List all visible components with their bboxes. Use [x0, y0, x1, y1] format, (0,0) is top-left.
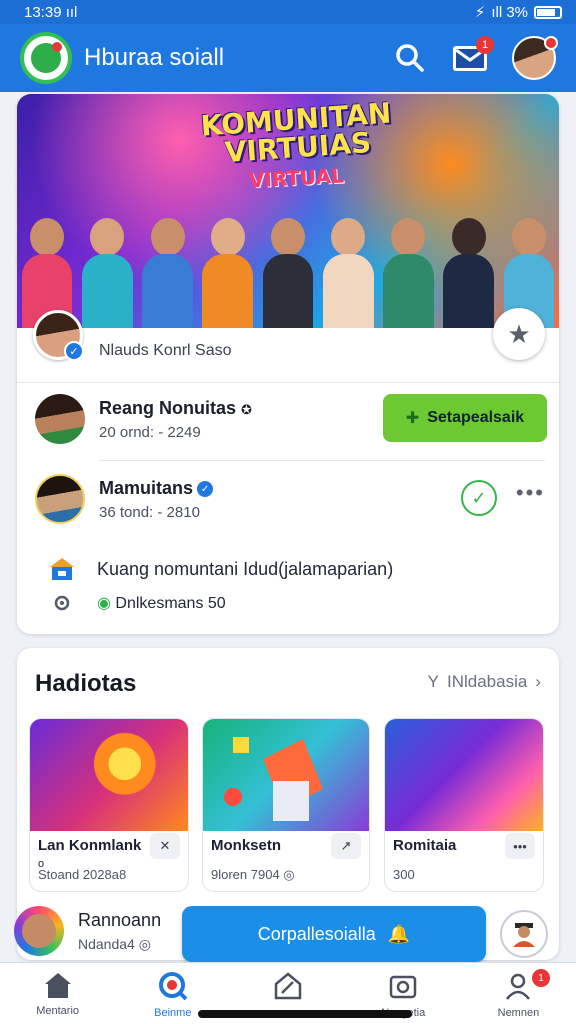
- info-row: ◉ Dnlkesmans 50: [47, 592, 527, 614]
- activity-card[interactable]: Romitaia 300 •••: [384, 718, 544, 892]
- activity-meta: 300: [393, 867, 415, 882]
- profile-icon: [506, 973, 531, 1000]
- member-avatar[interactable]: [35, 394, 85, 444]
- member-meta: 36 tond: - 2810: [99, 504, 200, 521]
- banner-subtitle: VIRTUAL: [248, 163, 345, 193]
- game-cube-icon: [224, 737, 323, 821]
- wifi-icon: ⚡: [474, 4, 486, 21]
- community-caption: Nlauds Konrl Saso: [99, 342, 232, 359]
- verified-icon: ✓: [64, 341, 84, 361]
- home-icon: [44, 973, 71, 998]
- share-icon[interactable]: ↗: [331, 833, 361, 859]
- search-icon: [396, 44, 424, 72]
- approve-button[interactable]: ✓: [461, 480, 497, 516]
- divider: [99, 460, 545, 461]
- camera-icon: [389, 975, 417, 999]
- user-icon: [513, 923, 535, 947]
- community-banner: KOMUNITAN VIRTUIAS VIRTUAL: [17, 94, 559, 328]
- activity-card[interactable]: Lan Konmlank o Stoand 2028a8 ✕: [29, 718, 189, 892]
- nav-home[interactable]: Mentario: [0, 963, 115, 1024]
- banner-crowd: [17, 198, 559, 328]
- online-icon: ◉: [97, 595, 111, 612]
- community-avatar[interactable]: ✓: [33, 310, 84, 361]
- post-row: Rannoann Ndanda4 ◎ Corpallesoialla 🔔: [14, 904, 554, 962]
- member-name: Reang Nonuitas ✪: [99, 398, 252, 418]
- user-avatar[interactable]: [500, 910, 548, 958]
- activity-card[interactable]: Monksetn 9loren 7904 ◎ ↗: [202, 718, 370, 892]
- join-icon: ✚: [405, 410, 420, 427]
- member-avatar[interactable]: [35, 474, 85, 524]
- home-indicator[interactable]: [198, 1010, 412, 1018]
- member-row[interactable]: Reang Nonuitas ✪ 20 ornd: - 2249 ✚ Setap…: [35, 394, 547, 446]
- notification-badge: 1: [532, 969, 551, 987]
- bell-icon: 🔔: [387, 923, 411, 944]
- info-row: Kuang nomuntani Idud(jalamaparian): [47, 556, 527, 582]
- share-home-icon: [274, 972, 302, 1000]
- section-title: Hadiotas: [35, 670, 137, 697]
- activity-name: Lan Konmlank o: [38, 837, 142, 870]
- member-count: ◉ Dnlkesmans 50: [97, 595, 226, 612]
- see-all-link[interactable]: Y INldabasia ›: [428, 672, 541, 692]
- status-time: 13:39 ııl: [24, 3, 78, 21]
- search-button[interactable]: [390, 38, 430, 78]
- chevron-right-icon: ›: [535, 672, 541, 691]
- app-bar: Hburaa soiall 1: [0, 24, 576, 92]
- activity-meta: 9loren 7904 ◎: [211, 867, 295, 882]
- star-icon: ★: [507, 318, 531, 349]
- search-icon: [158, 972, 188, 1001]
- status-bar: 13:39 ııl ⚡ ıll 3%: [0, 0, 576, 24]
- poster-avatar[interactable]: [14, 906, 64, 956]
- app-logo-icon[interactable]: [20, 32, 72, 84]
- banner-title: KOMUNITAN VIRTUIAS: [199, 96, 393, 170]
- activity-name: Romitaia: [393, 837, 457, 854]
- more-options-icon[interactable]: •••: [516, 480, 545, 506]
- activity-image: [385, 719, 543, 831]
- activity-image: [30, 719, 188, 831]
- member-meta: 20 ornd: - 2249: [99, 424, 201, 441]
- member-name: Mamuitans ✓: [99, 478, 214, 499]
- messages-button[interactable]: 1: [450, 36, 494, 78]
- member-row[interactable]: Mamuitans ✓ 36 tond: - 2810 ✓ •••: [35, 474, 545, 526]
- notification-badge: 1: [476, 36, 494, 54]
- status-signal: ıll 3%: [491, 3, 528, 21]
- status-right: ⚡ ıll 3%: [475, 3, 562, 21]
- activity-image: [203, 719, 369, 831]
- poster-name: Rannoann: [78, 910, 162, 930]
- app-title: Hburaa soiall: [84, 44, 225, 71]
- divider: [17, 382, 559, 383]
- check-icon: ✓: [471, 487, 487, 508]
- activity-meta: Stoand 2028a8: [38, 867, 127, 882]
- close-icon[interactable]: ✕: [150, 833, 180, 859]
- battery-icon: [534, 5, 562, 19]
- poster-meta: Ndanda4 ◎: [78, 936, 151, 952]
- nav-profile[interactable]: 1 Nemnen: [461, 963, 576, 1024]
- profile-avatar[interactable]: [512, 36, 558, 80]
- community-description: Kuang nomuntani Idud(jalamaparian): [97, 558, 394, 579]
- favorite-button[interactable]: ★: [493, 308, 545, 360]
- community-card: KOMUNITAN VIRTUIAS VIRTUAL ✓ Nlauds Konr…: [17, 94, 559, 634]
- more-options-icon[interactable]: •••: [505, 833, 535, 859]
- activity-name: Monksetn: [211, 837, 282, 854]
- status-dot: [544, 36, 558, 50]
- create-post-button[interactable]: Corpallesoialla 🔔: [182, 906, 486, 962]
- join-button[interactable]: ✚ Setapealsaik: [383, 394, 547, 442]
- verified-icon: ✓: [197, 481, 214, 498]
- community-home-icon: [50, 558, 74, 580]
- settings-icon: [54, 595, 70, 611]
